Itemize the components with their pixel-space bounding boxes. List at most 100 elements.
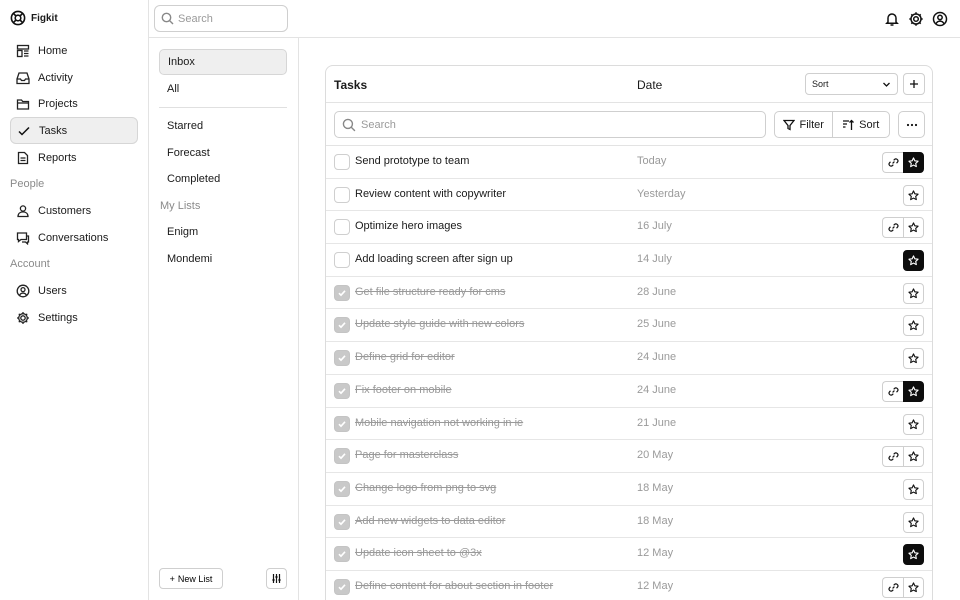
star-button[interactable] [903, 380, 924, 402]
sidebar-item-users[interactable]: Users [10, 277, 138, 304]
table-row[interactable]: Change logo from png to svg 18 May [326, 473, 932, 506]
more-options-button[interactable] [898, 111, 925, 138]
star-icon [908, 549, 919, 560]
star-button[interactable] [903, 152, 924, 173]
copy-link-button[interactable] [882, 576, 903, 598]
copy-link-button[interactable] [882, 380, 903, 402]
copy-link-button[interactable] [882, 446, 903, 468]
table-row[interactable]: Mobile navigation not working in ie 21 Ju… [326, 408, 932, 441]
task-search[interactable] [334, 111, 766, 138]
star-button[interactable] [903, 576, 924, 598]
table-row[interactable]: Fix footer on mobile 24 June [326, 375, 932, 408]
panel-item-starred[interactable]: Starred [159, 113, 287, 139]
panel-item-all[interactable]: All [159, 76, 287, 102]
brand[interactable]: Figkit [10, 10, 58, 26]
add-task-button[interactable] [903, 73, 925, 95]
sidebar-item-home[interactable]: Home [10, 37, 138, 64]
sidebar-item-reports[interactable]: Reports [10, 144, 138, 171]
star-button[interactable] [903, 413, 924, 435]
table-row[interactable]: Get file structure ready for cms 28 June [326, 277, 932, 310]
panel-item-enigm[interactable]: Enigm [159, 219, 287, 245]
copy-link-button[interactable] [882, 152, 903, 173]
divider [159, 107, 287, 108]
sidebar-item-activity[interactable]: Activity [10, 64, 138, 91]
star-button[interactable] [903, 250, 924, 272]
check-icon [337, 320, 347, 330]
table-row[interactable]: Update style guide with new colors 25 Jun… [326, 309, 932, 343]
plus-icon [909, 79, 919, 89]
list-settings-button[interactable] [266, 568, 287, 589]
star-button[interactable] [903, 544, 924, 566]
new-list-label: New List [177, 573, 213, 584]
global-search-input[interactable] [178, 12, 287, 25]
task-checkbox[interactable] [334, 252, 350, 269]
task-checkbox[interactable] [334, 415, 350, 432]
table-row[interactable]: Add new widgets to data editor 18 May [326, 506, 932, 539]
user-circle-icon [16, 284, 30, 298]
copy-link-button[interactable] [882, 217, 903, 239]
bell-icon[interactable] [884, 11, 900, 27]
panel-item-forecast[interactable]: Forecast [159, 140, 287, 166]
sort-button[interactable]: Sort [831, 112, 890, 137]
star-button[interactable] [903, 446, 924, 468]
task-checkbox[interactable] [334, 219, 350, 236]
new-list-button[interactable]: + New List [159, 568, 223, 589]
table-row[interactable]: Send prototype to team Today [326, 146, 932, 179]
section-title-my-lists: My Lists [160, 200, 201, 212]
star-button[interactable] [903, 348, 924, 370]
task-checkbox[interactable] [334, 513, 350, 530]
star-button[interactable] [903, 217, 924, 239]
filter-label: Filter [799, 118, 824, 131]
panel-item-inbox[interactable]: Inbox [159, 49, 287, 75]
star-button[interactable] [903, 282, 924, 304]
task-title: Review content with copywriter [355, 187, 507, 200]
sidebar-item-customers[interactable]: Customers [10, 197, 138, 224]
task-checkbox[interactable] [334, 350, 350, 367]
star-button[interactable] [903, 511, 924, 533]
link-icon [888, 451, 899, 462]
panel-item-completed[interactable]: Completed [159, 166, 287, 192]
folder-icon [16, 97, 30, 111]
filter-button[interactable]: Filter [775, 112, 832, 137]
column-header-tasks[interactable]: Tasks [334, 78, 367, 92]
panel-item-mondemi[interactable]: Mondemi [159, 246, 287, 272]
row-actions [882, 152, 924, 173]
task-checkbox[interactable] [334, 317, 350, 334]
star-button[interactable] [903, 478, 924, 500]
check-icon [337, 517, 347, 527]
table-row[interactable]: Review content with copywriter Yesterday [326, 179, 932, 212]
task-checkbox[interactable] [334, 480, 350, 497]
table-row[interactable]: Optimize hero images 16 July [326, 211, 932, 245]
star-button[interactable] [903, 315, 924, 337]
table-row[interactable]: Define content for about section in foot… [326, 571, 932, 600]
star-button[interactable] [903, 184, 924, 206]
task-search-input[interactable] [361, 118, 765, 131]
task-checkbox[interactable] [334, 448, 350, 465]
task-checkbox[interactable] [334, 154, 350, 170]
task-checkbox[interactable] [334, 284, 350, 301]
user-circle-icon[interactable] [932, 11, 948, 27]
search-icon [342, 118, 356, 132]
task-checkbox[interactable] [334, 546, 350, 563]
task-checkbox[interactable] [334, 382, 350, 399]
table-row[interactable]: Define grid for editor 24 June [326, 342, 932, 375]
check-icon [337, 386, 347, 396]
task-title: Define content for about section in foot… [355, 579, 554, 592]
sidebar-item-settings[interactable]: Settings [10, 304, 138, 331]
sort-select[interactable]: Sort [805, 73, 898, 95]
table-row[interactable]: Update icon sheet to @3x 12 May [326, 538, 932, 571]
sidebar-item-projects[interactable]: Projects [10, 90, 138, 117]
task-date: Today [637, 155, 667, 167]
check-icon [337, 484, 347, 494]
table-row[interactable]: Page for masterclass 20 May [326, 440, 932, 473]
sidebar-item-tasks[interactable]: Tasks [10, 117, 138, 144]
task-checkbox[interactable] [334, 186, 350, 203]
chevron-down-icon [882, 80, 891, 89]
task-checkbox[interactable] [334, 578, 350, 595]
column-header-date[interactable]: Date [637, 78, 662, 92]
table-row[interactable]: Add loading screen after sign up 14 July [326, 244, 932, 277]
gear-icon[interactable] [908, 11, 924, 27]
sidebar-item-conversations[interactable]: Conversations [10, 224, 138, 251]
global-search[interactable] [154, 5, 288, 32]
star-icon [908, 516, 919, 528]
